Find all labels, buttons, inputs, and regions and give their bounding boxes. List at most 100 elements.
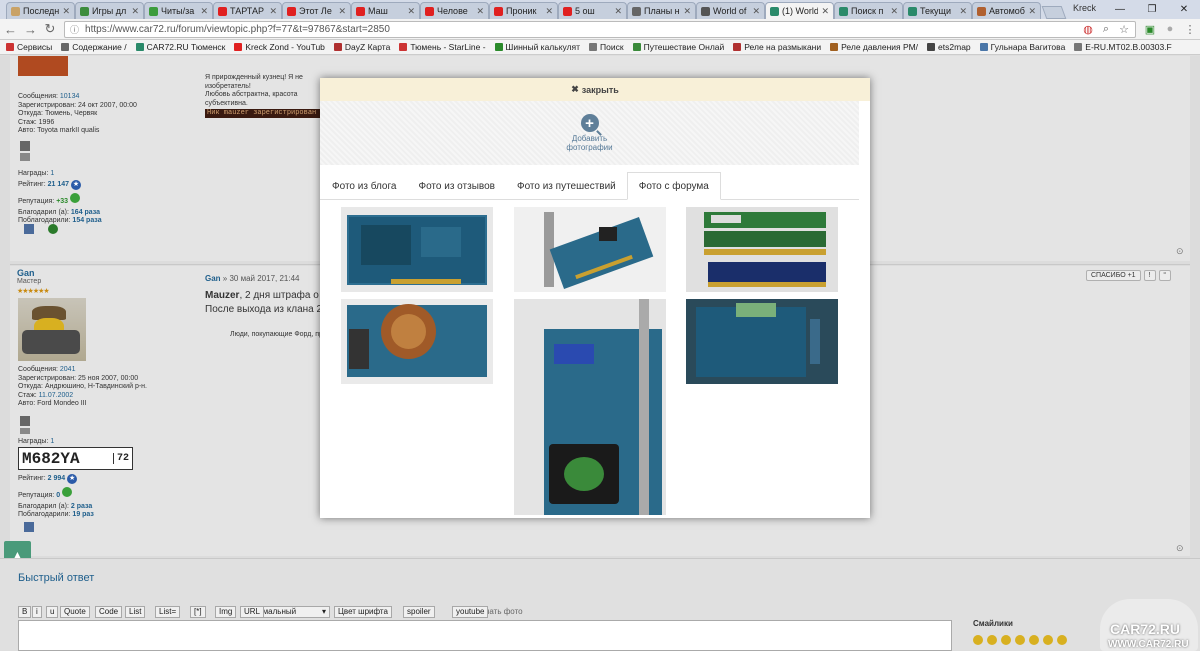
thanks-button[interactable]: СПАСИБО +1 — [1086, 270, 1141, 281]
editor-button[interactable]: youtube — [452, 606, 489, 618]
editor-button[interactable]: u — [46, 606, 59, 618]
extension-icon[interactable]: ▣ — [1144, 23, 1156, 36]
bookmark-item[interactable]: Шинный калькулят — [494, 42, 580, 52]
photo-thumbnail[interactable] — [514, 207, 666, 292]
profile-icon[interactable] — [24, 522, 34, 532]
photo-tab[interactable]: Фото из отзывов — [407, 173, 505, 199]
photo-thumbnail[interactable] — [686, 207, 838, 292]
editor-button[interactable]: Img — [215, 606, 237, 618]
maximize-icon[interactable]: ❐ — [1136, 4, 1168, 15]
browser-tab[interactable]: Поиск п ✕ — [834, 2, 903, 19]
menu-icon[interactable]: ⋮ — [1184, 23, 1196, 36]
smiley-icon[interactable] — [1001, 635, 1011, 645]
editor-button[interactable]: URL — [240, 606, 265, 618]
bookmark-item[interactable]: Сервисы — [6, 42, 52, 52]
extension2-icon[interactable]: ● — [1164, 23, 1176, 35]
photo-tab[interactable]: Фото из блога — [321, 173, 407, 199]
bookmark-item[interactable]: Путешествие Онлай — [632, 42, 724, 52]
bookmark-item[interactable]: Поиск — [589, 42, 624, 52]
tab-close-icon[interactable]: ✕ — [890, 6, 898, 17]
quote-icon[interactable]: “ — [1158, 270, 1171, 281]
smiley-icon[interactable] — [1015, 635, 1025, 645]
reload-icon[interactable]: ↻ — [44, 21, 56, 37]
browser-tab[interactable]: Автомоб ✕ — [972, 2, 1041, 19]
tab-close-icon[interactable]: ✕ — [269, 6, 277, 17]
smiley-icon[interactable] — [973, 635, 983, 645]
tab-close-icon[interactable]: ✕ — [131, 6, 139, 17]
tab-close-icon[interactable]: ✕ — [476, 6, 484, 17]
browser-tab[interactable]: World of ✕ — [696, 2, 765, 19]
editor-button[interactable]: spoiler — [403, 606, 435, 618]
editor-button[interactable]: i — [32, 606, 42, 618]
browser-tab[interactable]: Проник ✕ — [489, 2, 558, 19]
report-icon[interactable]: ! — [1143, 270, 1156, 281]
reply-textarea[interactable] — [18, 620, 952, 651]
new-tab-button[interactable] — [1041, 6, 1067, 19]
bookmark-item[interactable]: E-RU.MT02.B.00303.F — [1074, 42, 1172, 52]
photo-tab[interactable]: Фото из путешествий — [506, 173, 627, 199]
tab-close-icon[interactable]: ✕ — [614, 6, 622, 17]
bookmark-item[interactable]: Реле давления РМ/ — [830, 42, 918, 52]
photo-thumbnail[interactable] — [686, 299, 838, 384]
post2-author[interactable]: Gan — [17, 268, 35, 278]
translate-icon[interactable]: ◍ — [1082, 23, 1094, 36]
url-input[interactable]: ⓘ https://www.car72.ru/forum/viewtopic.p… — [64, 20, 1136, 38]
tab-close-icon[interactable]: ✕ — [62, 6, 70, 17]
tab-close-icon[interactable]: ✕ — [338, 6, 346, 17]
zoom-icon[interactable]: ⌕ — [1100, 23, 1112, 36]
tab-close-icon[interactable]: ✕ — [821, 6, 829, 17]
bookmark-item[interactable]: ets2map — [927, 42, 971, 52]
browser-tab[interactable]: Читы/за ✕ — [144, 2, 213, 19]
modal-close-button[interactable]: ✖ закрыть — [320, 78, 870, 101]
editor-button[interactable]: [*] — [190, 606, 206, 618]
browser-tab[interactable]: ТАРТАР ✕ — [213, 2, 282, 19]
page-info-icon[interactable]: ⓘ — [70, 23, 79, 36]
bookmark-star-icon[interactable]: ☆ — [1118, 23, 1130, 36]
browser-tab[interactable]: Маш ✕ — [351, 2, 420, 19]
smiley-icon[interactable] — [1057, 635, 1067, 645]
smiley-icon[interactable] — [1043, 635, 1053, 645]
browser-tab[interactable]: Текущи ✕ — [903, 2, 972, 19]
bookmark-item[interactable]: Реле на размыкани — [733, 42, 821, 52]
bookmark-item[interactable]: Тюмень - StarLine - — [399, 42, 486, 52]
add-photos-dropzone[interactable]: + Добавить фотографии — [320, 101, 859, 165]
editor-button[interactable]: Code — [95, 606, 123, 618]
tab-close-icon[interactable]: ✕ — [1028, 6, 1036, 17]
browser-tab[interactable]: (1) World ✕ — [765, 2, 834, 19]
tab-close-icon[interactable]: ✕ — [545, 6, 553, 17]
editor-button[interactable]: List — [125, 606, 146, 618]
back-to-top-icon[interactable]: ⊙ — [1176, 246, 1184, 257]
contact-icon[interactable] — [48, 224, 58, 234]
editor-button[interactable]: List= — [155, 606, 181, 618]
photo-tab[interactable]: Фото с форума — [626, 172, 721, 200]
photo-thumbnail[interactable] — [341, 299, 493, 384]
forward-icon[interactable]: → — [24, 22, 37, 37]
back-icon[interactable]: ← — [4, 22, 17, 37]
tab-close-icon[interactable]: ✕ — [683, 6, 691, 17]
back-to-top-icon[interactable]: ⊙ — [1176, 543, 1184, 554]
photo-thumbnail[interactable] — [514, 299, 666, 515]
profile-icon[interactable] — [24, 224, 34, 234]
browser-tab[interactable]: Челове ✕ — [420, 2, 489, 19]
browser-tab[interactable]: Планы н ✕ — [627, 2, 696, 19]
editor-button[interactable]: B — [18, 606, 32, 618]
smiley-icon[interactable] — [1029, 635, 1039, 645]
tab-close-icon[interactable]: ✕ — [407, 6, 415, 17]
minimize-icon[interactable]: — — [1104, 4, 1136, 15]
bookmark-item[interactable]: Kreck Zond - YouTub — [234, 42, 325, 52]
bookmark-item[interactable]: DayZ Карта — [333, 42, 390, 52]
browser-tab[interactable]: Последн ✕ — [6, 2, 75, 19]
bookmark-item[interactable]: Гульнара Вагитова — [979, 42, 1065, 52]
smiley-icon[interactable] — [987, 635, 997, 645]
browser-tab[interactable]: Игры дл ✕ — [75, 2, 144, 19]
editor-button[interactable]: Цвет шрифта — [334, 606, 392, 618]
profile-name[interactable]: Kreck — [1073, 3, 1096, 13]
browser-tab[interactable]: 5 ош ✕ — [558, 2, 627, 19]
bookmark-item[interactable]: CAR72.RU Тюменск — [135, 42, 225, 52]
photo-thumbnail[interactable] — [341, 207, 493, 292]
browser-tab[interactable]: Этот Ле ✕ — [282, 2, 351, 19]
tab-close-icon[interactable]: ✕ — [200, 6, 208, 17]
bookmark-item[interactable]: Содержание / — [61, 42, 127, 52]
tab-close-icon[interactable]: ✕ — [959, 6, 967, 17]
tab-close-icon[interactable]: ✕ — [752, 6, 760, 17]
